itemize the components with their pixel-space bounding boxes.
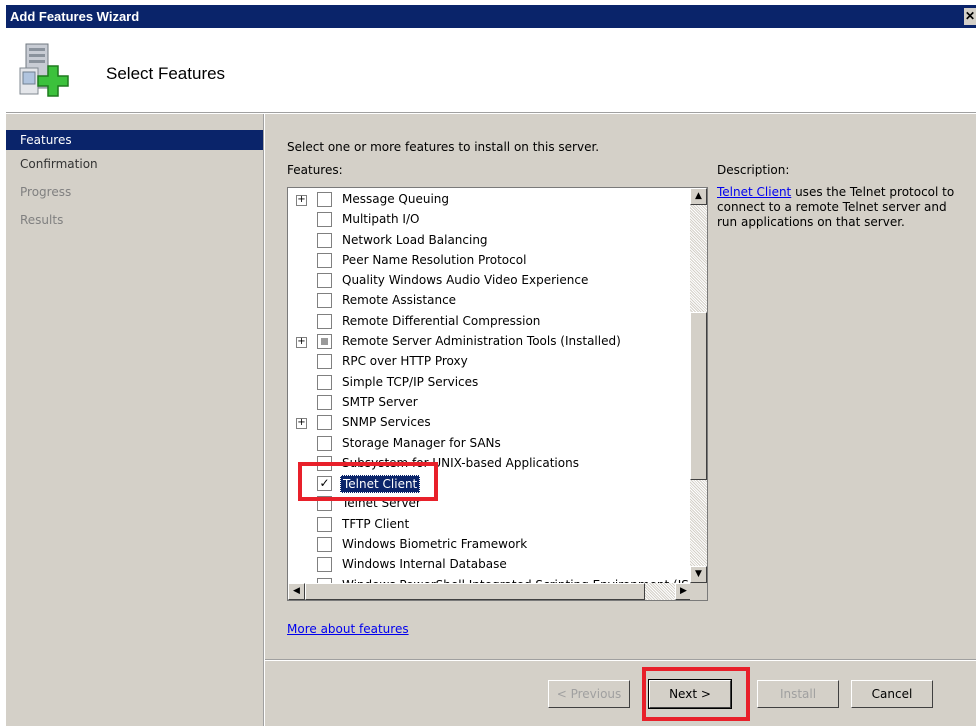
vertical-scrollbar[interactable]: ▲ ▼: [690, 188, 707, 583]
horizontal-scrollbar[interactable]: ◀ ▶: [288, 583, 692, 600]
feature-row[interactable]: Network Load Balancing: [288, 231, 688, 251]
feature-checkbox[interactable]: [317, 313, 332, 329]
feature-row[interactable]: ✓ Telnet Client: [288, 474, 688, 494]
step-results: Results: [20, 213, 64, 227]
next-button[interactable]: Next >: [648, 679, 732, 709]
feature-checkbox[interactable]: [317, 415, 332, 431]
feature-checkbox[interactable]: [317, 212, 332, 228]
feature-row[interactable]: Remote Assistance: [288, 291, 688, 311]
feature-label: Quality Windows Audio Video Experience: [342, 273, 589, 288]
feature-row[interactable]: TFTP Client: [288, 515, 688, 535]
feature-checkbox[interactable]: [317, 394, 332, 410]
expand-icon[interactable]: +: [296, 337, 307, 349]
feature-row[interactable]: Windows Biometric Framework: [288, 535, 688, 555]
feature-label: Remote Server Administration Tools (Inst…: [342, 334, 621, 349]
feature-row[interactable]: Storage Manager for SANs: [288, 434, 688, 454]
feature-checkbox[interactable]: [317, 334, 332, 350]
instruction-text: Select one or more features to install o…: [287, 140, 600, 154]
feature-checkbox[interactable]: [317, 455, 332, 471]
page-title: Select Features: [106, 64, 226, 83]
feature-row[interactable]: + Remote Server Administration Tools (Ins…: [288, 332, 688, 352]
features-rows: + Message Queuing Multipath I/O Network Loa…: [288, 190, 689, 596]
feature-row[interactable]: Remote Differential Compression: [288, 312, 688, 332]
step-confirmation[interactable]: Confirmation: [6, 150, 263, 178]
feature-row[interactable]: Multipath I/O: [288, 210, 688, 230]
feature-checkbox[interactable]: [317, 496, 332, 512]
feature-label: Remote Assistance: [342, 293, 457, 308]
cancel-button[interactable]: Cancel: [851, 680, 933, 708]
scroll-corner: [690, 583, 707, 600]
step-features[interactable]: Features: [6, 130, 263, 150]
window-title: Add Features Wizard: [10, 9, 140, 24]
horizontal-scroll-thumb[interactable]: [305, 583, 645, 600]
feature-label: TFTP Client: [342, 516, 410, 531]
feature-checkbox[interactable]: [317, 293, 332, 309]
wizard-header: Select Features: [6, 28, 976, 113]
feature-row[interactable]: Windows Internal Database: [288, 555, 688, 575]
feature-label: Storage Manager for SANs: [342, 435, 501, 450]
feature-row[interactable]: + SNMP Services: [288, 413, 688, 433]
feature-label: Remote Differential Compression: [342, 313, 541, 328]
feature-row[interactable]: Subsystem for UNIX-based Applications: [288, 454, 688, 474]
feature-row[interactable]: + Message Queuing: [288, 190, 688, 210]
feature-row[interactable]: RPC over HTTP Proxy: [288, 352, 688, 372]
feature-row[interactable]: Quality Windows Audio Video Experience: [288, 271, 688, 291]
feature-label: Network Load Balancing: [342, 232, 488, 247]
step-progress: Progress: [20, 185, 72, 199]
scroll-down-icon[interactable]: ▼: [690, 566, 707, 583]
close-icon[interactable]: ✕: [964, 8, 976, 25]
feature-checkbox[interactable]: [317, 557, 332, 573]
scroll-left-icon[interactable]: ◀: [288, 583, 305, 600]
feature-label: Telnet Client: [340, 475, 421, 494]
expand-icon[interactable]: +: [296, 418, 307, 430]
feature-checkbox[interactable]: [317, 374, 332, 390]
feature-label: SMTP Server: [342, 394, 418, 409]
feature-label: Subsystem for UNIX-based Applications: [342, 455, 579, 470]
expand-icon[interactable]: +: [296, 195, 307, 206]
feature-row[interactable]: Telnet Server: [288, 494, 688, 514]
vertical-scroll-thumb[interactable]: [690, 312, 707, 480]
wizard-steps: Features Confirmation Progress Results: [6, 114, 264, 726]
feature-row[interactable]: Simple TCP/IP Services: [288, 373, 688, 393]
feature-label: Windows Biometric Framework: [342, 537, 528, 552]
feature-label: Windows Internal Database: [342, 557, 507, 572]
feature-label: Multipath I/O: [342, 212, 420, 227]
previous-button[interactable]: < Previous: [548, 680, 630, 708]
feature-label: RPC over HTTP Proxy: [342, 354, 468, 369]
feature-label: Telnet Server: [342, 496, 421, 511]
description-link[interactable]: Telnet Client: [717, 185, 791, 199]
feature-checkbox[interactable]: ✓: [317, 476, 332, 492]
feature-checkbox[interactable]: [317, 354, 332, 370]
feature-row[interactable]: SMTP Server: [288, 393, 688, 413]
features-list[interactable]: + Message Queuing Multipath I/O Network Loa…: [287, 187, 708, 601]
feature-label: Message Queuing: [342, 192, 450, 206]
description-label: Description:: [717, 163, 790, 177]
feature-checkbox[interactable]: [317, 192, 332, 207]
feature-checkbox[interactable]: [317, 435, 332, 451]
feature-checkbox[interactable]: [317, 537, 332, 553]
main-panel: Select one or more features to install o…: [265, 114, 976, 660]
wizard-footer: < Previous Next > Install Cancel: [265, 660, 976, 726]
scroll-up-icon[interactable]: ▲: [690, 188, 707, 205]
feature-checkbox[interactable]: [317, 516, 332, 532]
feature-checkbox[interactable]: [317, 252, 332, 268]
feature-checkbox[interactable]: [317, 232, 332, 248]
install-button[interactable]: Install: [757, 680, 839, 708]
feature-row[interactable]: Peer Name Resolution Protocol: [288, 251, 688, 271]
features-label: Features:: [287, 163, 343, 177]
title-bar: Add Features Wizard ✕: [6, 5, 976, 28]
server-add-icon: [14, 38, 76, 104]
feature-label: Simple TCP/IP Services: [342, 374, 479, 389]
description-text: Telnet Client uses the Telnet protocol t…: [717, 185, 967, 230]
feature-label: SNMP Services: [342, 415, 431, 430]
feature-label: Peer Name Resolution Protocol: [342, 252, 527, 267]
feature-checkbox[interactable]: [317, 273, 332, 289]
more-about-features-link[interactable]: More about features: [287, 622, 409, 636]
